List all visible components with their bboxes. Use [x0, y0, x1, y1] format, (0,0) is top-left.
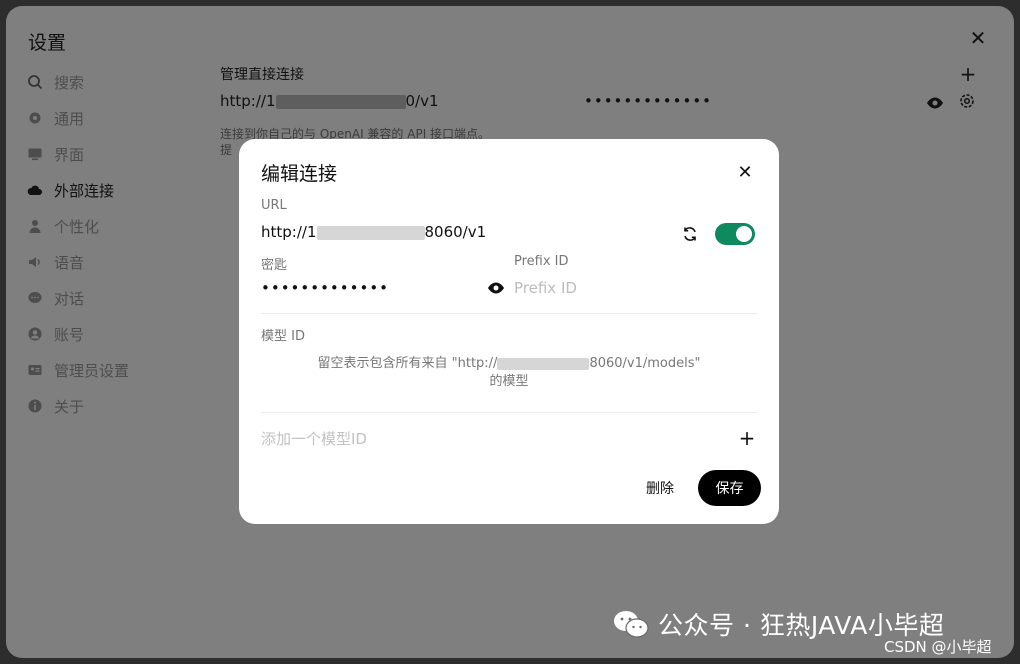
prefix-id-input[interactable] [514, 277, 754, 299]
wechat-icon [614, 611, 649, 638]
url-label: URL [261, 198, 287, 213]
toggle-knob [736, 226, 752, 242]
divider [261, 412, 757, 413]
modal-title: 编辑连接 [261, 163, 338, 185]
edit-connection-modal: 编辑连接 ✕ URL http://1 8060/v1 密匙 ••••••••••… [239, 139, 779, 524]
models-hint-line: 的模型 [489, 374, 529, 389]
key-label: 密匙 [261, 258, 288, 273]
connection-enabled-toggle[interactable] [715, 223, 755, 245]
csdn-watermark: CSDN @小毕超 [884, 638, 992, 656]
redacted-mask [316, 225, 425, 240]
models-hint-suffix: 8060/v1/models" [589, 356, 701, 371]
url-prefix: http://1 [261, 223, 317, 241]
url-suffix: 8060/v1 [424, 223, 487, 241]
add-model-button[interactable]: + [737, 427, 757, 449]
divider [261, 313, 757, 314]
models-hint: 留空表示包含所有来自 "http:// 8060/v1/models" 的模型 [261, 355, 757, 391]
delete-button[interactable]: 删除 [629, 470, 691, 506]
key-input[interactable]: ••••••••••••• [261, 279, 389, 297]
url-input[interactable]: http://1 8060/v1 [261, 223, 486, 241]
models-hint-line: 留空表示包含所有来自 "http:// 8060/v1/models" [261, 355, 757, 373]
save-button[interactable]: 保存 [698, 470, 761, 506]
model-id-label: 模型 ID [261, 329, 305, 344]
add-model-id-input[interactable] [261, 428, 721, 450]
refresh-icon[interactable] [681, 225, 699, 243]
eye-icon[interactable] [487, 279, 505, 297]
close-icon[interactable]: ✕ [735, 163, 755, 183]
models-hint-prefix: 留空表示包含所有来自 "http:// [317, 356, 498, 371]
prefix-id-label: Prefix ID [514, 254, 569, 269]
redacted-mask [497, 357, 590, 370]
